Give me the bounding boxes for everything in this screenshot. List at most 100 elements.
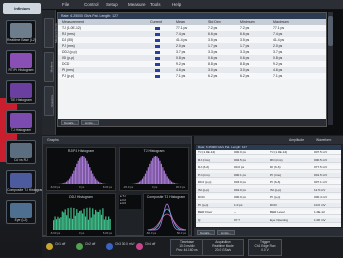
sidebar-item[interactable]: Composite TJ Histogram bbox=[6, 170, 36, 194]
results-cell: 000.1 ps bbox=[234, 173, 246, 178]
results-cell: 1.00 mV bbox=[314, 218, 326, 223]
results-cell: 001.5 mV bbox=[314, 173, 327, 178]
x-max-label: 50.0 ps bbox=[177, 231, 186, 235]
scrollbar-thumb[interactable] bbox=[328, 16, 333, 46]
menu-item-file[interactable]: File bbox=[62, 0, 69, 10]
acquisition-box[interactable]: AcquisitionRealtime Mode20.0 GSa/s bbox=[202, 239, 244, 256]
histogram-bar bbox=[104, 219, 105, 230]
histogram-bar bbox=[62, 211, 63, 230]
channel-indicator[interactable]: Ch4 off bbox=[136, 237, 164, 258]
results-row[interactable]: TJ (1.0E-12)000.0 psTJ (1.0E-12)007.5 mV bbox=[196, 150, 341, 155]
sidebar-thumbnail bbox=[10, 173, 32, 188]
table-scrollbar[interactable] bbox=[328, 12, 333, 125]
results-row[interactable]: DCD000.0 psPI (p-p)000.4 mV bbox=[196, 195, 341, 200]
vertical-tab[interactable]: Statistics bbox=[44, 86, 54, 116]
sidebar-thumbnail bbox=[10, 113, 32, 128]
channel-indicator[interactable]: Ch3 30.0 mV/ bbox=[106, 237, 134, 258]
channel-indicator[interactable]: Ch1 off bbox=[46, 237, 74, 258]
panel-details-button[interactable]: Details... bbox=[197, 230, 215, 235]
sidebar-item-label: RT/PI Histogram bbox=[7, 68, 35, 73]
histogram-bar bbox=[167, 176, 168, 184]
channel-icon bbox=[136, 243, 143, 250]
color-swatch bbox=[155, 45, 160, 48]
histogram-bar bbox=[83, 157, 84, 184]
x-min-label: -5.00 ps bbox=[50, 231, 60, 235]
sidebar-item[interactable]: TJ Histogram bbox=[6, 110, 36, 134]
composite-curve bbox=[148, 204, 186, 230]
channel-icon bbox=[76, 243, 83, 250]
results-row[interactable]: DJ (δ-δ)00.0 psDI (δ-δ)077.5 mV bbox=[196, 165, 341, 170]
histogram-bar bbox=[66, 182, 67, 184]
color-swatch bbox=[155, 63, 160, 66]
histogram-bar bbox=[65, 209, 66, 230]
menu-item-control[interactable]: Control bbox=[84, 0, 99, 10]
sidebar-item[interactable]: Eye (L2) bbox=[6, 200, 36, 224]
histogram-panel: DDJ Histogram-5.00 ps0 ps5.00 ps bbox=[46, 193, 116, 237]
histogram-bar bbox=[107, 220, 108, 230]
histogram-bar bbox=[95, 179, 96, 184]
jitter-results-grid: TJ (1.0E-12)000.0 psTJ (1.0E-12)007.5 mV… bbox=[196, 150, 341, 227]
menu-item-measure[interactable]: Measure bbox=[128, 0, 146, 10]
panel-limits-button[interactable]: Limits... bbox=[217, 230, 235, 235]
vertical-tab-label: Statistics bbox=[50, 95, 54, 107]
histogram-bar bbox=[62, 183, 63, 184]
results-cell: DDJ (p-p) bbox=[198, 180, 211, 185]
histogram-panel: RJ/PJ Histogram-8.00 ps0 ps8.00 ps bbox=[46, 147, 116, 191]
histogram-bar bbox=[95, 210, 96, 230]
results-row[interactable]: ISI (p-p)004.0 psISI (p-p)11.5 mV bbox=[196, 188, 341, 193]
sidebar-item-label: Realtime Base (L2) bbox=[7, 38, 35, 43]
limits-button[interactable]: Limits... bbox=[81, 120, 99, 125]
histogram-bar bbox=[78, 213, 79, 230]
channel-indicator[interactable]: Ch2 off bbox=[76, 237, 104, 258]
results-cell: RJ (rms) bbox=[198, 158, 210, 163]
trigger-box[interactable]: TriggerCh1 Edge Run0.0 V bbox=[248, 239, 282, 256]
details-button[interactable]: Details... bbox=[61, 120, 79, 125]
graphs-title: Graphs bbox=[47, 137, 59, 144]
amplitude-tab[interactable]: Amplitude bbox=[289, 136, 304, 144]
timebase-box[interactable]: Timebase10.0 ns/divPos: 44.160 ns bbox=[170, 239, 204, 256]
color-swatch bbox=[155, 27, 160, 30]
histogram-bar bbox=[89, 167, 90, 184]
table-row[interactable]: PJ (p-p)7.1 ps6.2 ps6.2 ps7.1 ps bbox=[58, 73, 326, 79]
results-cell: 000.5 mV bbox=[314, 158, 327, 163]
channel-icon bbox=[46, 243, 53, 250]
x-max-label: 45.0 ps bbox=[176, 185, 185, 189]
histogram-bar bbox=[139, 182, 140, 184]
results-cell: PI (rms) bbox=[270, 173, 281, 178]
results-cell: 000.0 ps bbox=[234, 150, 246, 155]
histogram-bar bbox=[92, 208, 93, 230]
results-row[interactable]: Q07.7Eye Opening1.00 mV bbox=[196, 218, 341, 223]
waveform-tab[interactable]: Waveform bbox=[316, 136, 331, 144]
vertical-tab[interactable]: Measurements bbox=[44, 18, 54, 48]
channel-label: Ch4 off bbox=[145, 242, 155, 246]
sidebar-item[interactable]: DJ vs RJ bbox=[6, 140, 36, 164]
histogram-bar bbox=[76, 164, 77, 184]
vertical-tab[interactable]: Markers bbox=[44, 52, 54, 82]
sidebar-item[interactable]: TIE Histogram bbox=[6, 80, 36, 104]
sidebar-item[interactable]: RT/PI Histogram bbox=[6, 50, 36, 74]
menu-item-help[interactable]: Help bbox=[172, 0, 181, 10]
histogram-bar bbox=[101, 183, 102, 184]
color-swatch bbox=[155, 69, 160, 72]
histogram-bar bbox=[69, 218, 70, 230]
results-row[interactable]: DDJ (p-p)003.0 psPI (δ-δ)007.1 mV bbox=[196, 180, 341, 185]
sidebar-item[interactable]: Realtime Base (L2) bbox=[6, 20, 36, 44]
histogram-bar bbox=[158, 158, 159, 184]
results-row[interactable]: BER Floor--BER Level1.0E-12 bbox=[196, 210, 341, 215]
histogram-bar bbox=[138, 183, 139, 184]
table-cell: 6.2 ps bbox=[240, 73, 249, 79]
histogram-bar bbox=[99, 183, 100, 184]
results-row[interactable]: RJ (rms)002.5 psRN (rms)000.5 mV bbox=[196, 158, 341, 163]
histogram-bar bbox=[136, 183, 137, 184]
x-mid-label: 0 ps bbox=[79, 185, 84, 189]
app-window: Infinium Oscilloscope Realtime Base (L2)… bbox=[0, 0, 343, 257]
histogram-bar bbox=[79, 211, 80, 230]
results-row[interactable]: PI (p-p)1.0 psDCD10.0 mV bbox=[196, 203, 341, 208]
results-row[interactable]: PJ (rms)000.1 psPI (rms)001.5 mV bbox=[196, 173, 341, 178]
histogram-bar bbox=[94, 176, 95, 184]
table-cell: PJ (p-p) bbox=[62, 73, 74, 79]
histogram-bar bbox=[70, 176, 71, 184]
menu-item-tools[interactable]: Tools bbox=[150, 0, 161, 10]
menu-item-setup[interactable]: Setup bbox=[106, 0, 118, 10]
histogram-bar bbox=[102, 208, 103, 230]
